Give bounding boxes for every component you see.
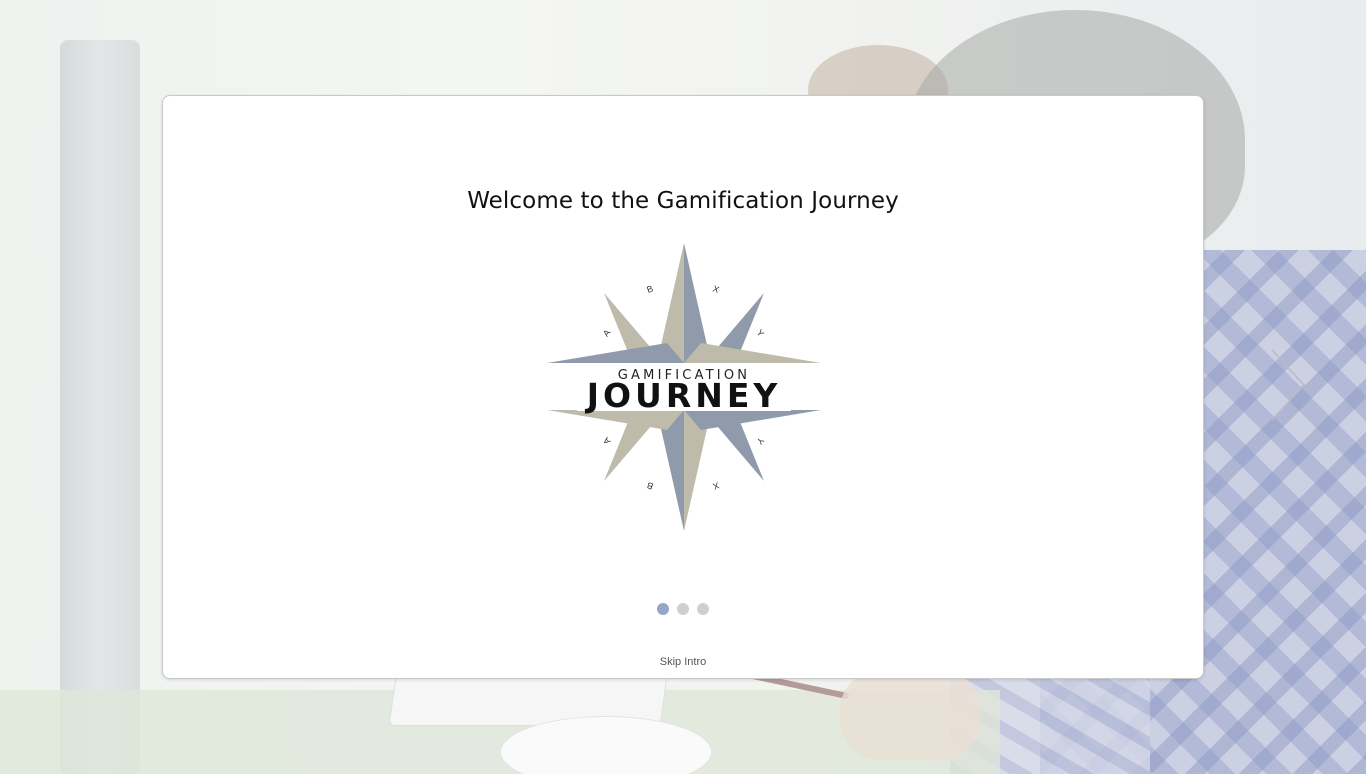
compass-letter-b-bottom: B — [645, 480, 654, 491]
compass-letter-a-top: A — [601, 328, 613, 339]
intro-title: Welcome to the Gamification Journey — [467, 188, 899, 214]
slide-pagination — [657, 603, 717, 615]
slide-dot-3[interactable] — [697, 603, 709, 615]
compass-letter-y-top: Y — [755, 328, 767, 339]
compass-letter-a-bottom: A — [601, 435, 613, 446]
slide-dot-2[interactable] — [677, 603, 689, 615]
compass-letter-x-bottom: X — [711, 480, 720, 491]
chevron-right-icon[interactable] — [1266, 346, 1310, 424]
logo-text-journey: JOURNEY — [585, 376, 782, 415]
compass-letter-b-top: B — [645, 283, 654, 294]
intro-dialog: Welcome to the Gamification Journey A B … — [162, 95, 1204, 679]
skip-intro-link[interactable]: Skip Intro — [163, 656, 1203, 668]
compass-letter-x-top: X — [711, 283, 720, 294]
slide-dot-1[interactable] — [657, 603, 669, 615]
compass-letter-y-bottom: Y — [755, 435, 767, 446]
gamification-journey-logo: A B X Y A B X Y GAMIFICATION JOURNEY — [547, 243, 821, 531]
